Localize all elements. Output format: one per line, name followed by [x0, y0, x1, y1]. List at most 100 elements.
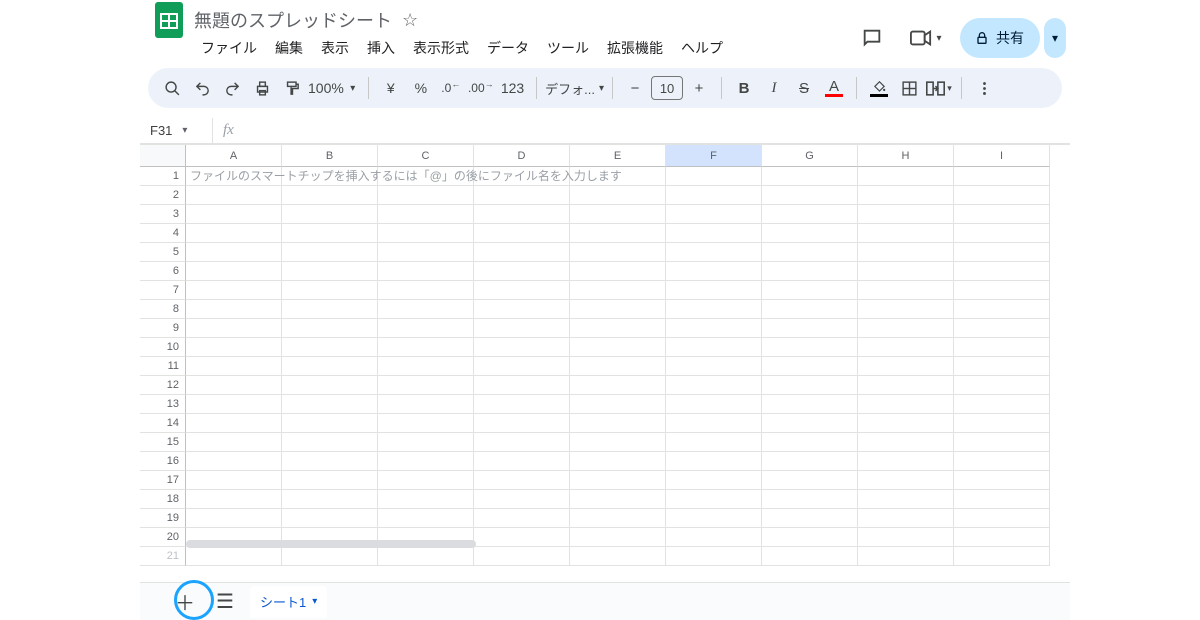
cell[interactable] [474, 433, 570, 452]
sheet-tab-active[interactable]: シート1 ▾ [250, 586, 327, 618]
cell[interactable] [474, 186, 570, 205]
cell[interactable] [954, 243, 1050, 262]
cell[interactable] [474, 452, 570, 471]
borders-button[interactable] [895, 74, 923, 102]
cell[interactable] [186, 490, 282, 509]
cell[interactable] [858, 509, 954, 528]
row-header-15[interactable]: 15 [140, 433, 186, 452]
column-header-B[interactable]: B [282, 145, 378, 167]
cell[interactable] [858, 319, 954, 338]
cell[interactable] [762, 167, 858, 186]
row-header-17[interactable]: 17 [140, 471, 186, 490]
format-currency[interactable]: ¥ [377, 74, 405, 102]
bold-button[interactable]: B [730, 74, 758, 102]
cell[interactable] [666, 452, 762, 471]
spreadsheet-grid[interactable]: ABCDEFGHI 123456789101112131415161718192… [140, 144, 1070, 574]
undo-icon[interactable] [188, 74, 216, 102]
horizontal-scrollbar[interactable] [186, 538, 1070, 550]
row-header-13[interactable]: 13 [140, 395, 186, 414]
row-header-7[interactable]: 7 [140, 281, 186, 300]
cell[interactable] [474, 281, 570, 300]
cell[interactable] [282, 376, 378, 395]
cell[interactable] [666, 186, 762, 205]
cell[interactable] [474, 471, 570, 490]
row-header-16[interactable]: 16 [140, 452, 186, 471]
column-header-H[interactable]: H [858, 145, 954, 167]
document-title[interactable]: 無題のスプレッドシート [194, 7, 392, 33]
cell[interactable] [186, 186, 282, 205]
cell[interactable] [666, 281, 762, 300]
row-header-1[interactable]: 1 [140, 167, 186, 186]
sheets-logo[interactable] [154, 1, 184, 39]
menu-extensions[interactable]: 拡張機能 [598, 34, 672, 62]
cell[interactable] [762, 243, 858, 262]
cell[interactable] [282, 262, 378, 281]
row-header-12[interactable]: 12 [140, 376, 186, 395]
cell[interactable] [858, 167, 954, 186]
cell[interactable] [474, 490, 570, 509]
strikethrough-button[interactable]: S [790, 74, 818, 102]
italic-button[interactable]: I [760, 74, 788, 102]
cell[interactable] [666, 319, 762, 338]
cell[interactable] [954, 433, 1050, 452]
select-all-corner[interactable] [140, 145, 186, 167]
cell[interactable] [282, 357, 378, 376]
cell[interactable] [954, 395, 1050, 414]
zoom-caret-icon[interactable]: ▾ [346, 74, 360, 102]
cell[interactable] [954, 224, 1050, 243]
cell[interactable] [666, 490, 762, 509]
meet-icon[interactable]: ▾ [900, 18, 952, 58]
cell[interactable] [666, 224, 762, 243]
star-icon[interactable]: ☆ [402, 10, 418, 31]
cell[interactable] [858, 300, 954, 319]
cell[interactable] [954, 338, 1050, 357]
cell[interactable] [282, 300, 378, 319]
cell[interactable] [858, 395, 954, 414]
cell[interactable] [666, 471, 762, 490]
cell[interactable] [186, 452, 282, 471]
share-dropdown[interactable]: ▾ [1044, 18, 1066, 58]
cell[interactable] [378, 243, 474, 262]
cell[interactable] [570, 490, 666, 509]
cell[interactable] [858, 262, 954, 281]
cell[interactable] [282, 490, 378, 509]
cell[interactable] [570, 319, 666, 338]
formula-bar[interactable] [244, 118, 1070, 143]
cell[interactable] [954, 186, 1050, 205]
cell[interactable] [762, 319, 858, 338]
cell[interactable] [570, 243, 666, 262]
row-header-20[interactable]: 20 [140, 528, 186, 547]
cell[interactable] [666, 357, 762, 376]
format-percent[interactable]: % [407, 74, 435, 102]
cell[interactable] [762, 376, 858, 395]
cell[interactable] [474, 395, 570, 414]
cell[interactable] [282, 243, 378, 262]
cell[interactable] [666, 433, 762, 452]
cell[interactable] [474, 357, 570, 376]
cell[interactable] [666, 300, 762, 319]
cell[interactable] [570, 414, 666, 433]
cell[interactable] [474, 414, 570, 433]
cell[interactable] [474, 243, 570, 262]
cell[interactable] [186, 414, 282, 433]
cell[interactable] [378, 414, 474, 433]
cell[interactable] [570, 509, 666, 528]
column-header-I[interactable]: I [954, 145, 1050, 167]
cell[interactable] [762, 509, 858, 528]
row-header-10[interactable]: 10 [140, 338, 186, 357]
cell[interactable] [474, 319, 570, 338]
menu-insert[interactable]: 挿入 [358, 34, 404, 62]
cell[interactable] [954, 319, 1050, 338]
fontsize-decrease[interactable]: − [621, 74, 649, 102]
menu-file[interactable]: ファイル [192, 34, 266, 62]
cell[interactable] [282, 452, 378, 471]
column-header-D[interactable]: D [474, 145, 570, 167]
cell[interactable] [570, 205, 666, 224]
cell[interactable] [282, 338, 378, 357]
menu-edit[interactable]: 編集 [266, 34, 312, 62]
cell[interactable] [762, 433, 858, 452]
cell[interactable] [378, 300, 474, 319]
paint-format-icon[interactable] [278, 74, 306, 102]
cell[interactable] [474, 262, 570, 281]
menu-format[interactable]: 表示形式 [404, 34, 478, 62]
